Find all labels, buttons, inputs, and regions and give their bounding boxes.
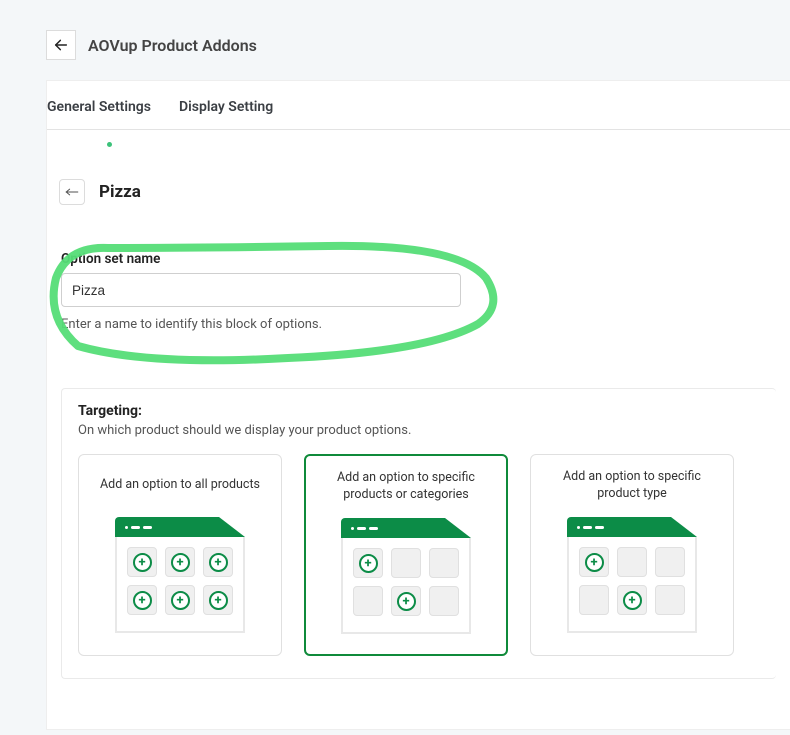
- page-header: AOVup Product Addons: [0, 0, 790, 80]
- option-set-title: Pizza: [99, 182, 141, 202]
- targeting-card-all-products[interactable]: Add an option to all products: [78, 454, 282, 656]
- targeting-block: Targeting: On which product should we di…: [61, 388, 776, 679]
- card-label: Add an option to all products: [88, 467, 272, 503]
- targeting-title: Targeting:: [78, 403, 760, 419]
- card-label: Add an option to specific products or ca…: [306, 468, 506, 504]
- card-illustration: [567, 517, 697, 633]
- option-set-name-block: Option set name Enter a name to identify…: [47, 215, 790, 340]
- targeting-subtitle: On which product should we display your …: [78, 423, 760, 438]
- page-title: AOVup Product Addons: [88, 36, 257, 55]
- option-set-name-input[interactable]: [61, 273, 461, 307]
- tab-display-setting[interactable]: Display Setting: [179, 99, 273, 115]
- targeting-cards: Add an option to all products Add an opt…: [78, 454, 760, 656]
- back-button[interactable]: [46, 30, 76, 60]
- card-illustration: [115, 517, 245, 633]
- arrow-left-icon: [65, 187, 79, 197]
- card-illustration: [341, 518, 471, 634]
- settings-panel: General Settings Display Setting Pizza O…: [46, 80, 790, 730]
- targeting-card-product-type[interactable]: Add an option to specific product type: [530, 454, 734, 656]
- targeting-card-specific-products[interactable]: Add an option to specific products or ca…: [304, 454, 508, 656]
- option-set-name-helper: Enter a name to identify this block of o…: [61, 317, 776, 332]
- tabs: General Settings Display Setting: [47, 81, 790, 130]
- sub-header: Pizza: [47, 147, 790, 215]
- arrow-left-icon: [53, 37, 69, 53]
- card-label: Add an option to specific product type: [531, 467, 733, 503]
- sub-back-button[interactable]: [59, 179, 85, 205]
- tab-general-settings[interactable]: General Settings: [47, 99, 151, 115]
- option-set-name-label: Option set name: [61, 251, 776, 267]
